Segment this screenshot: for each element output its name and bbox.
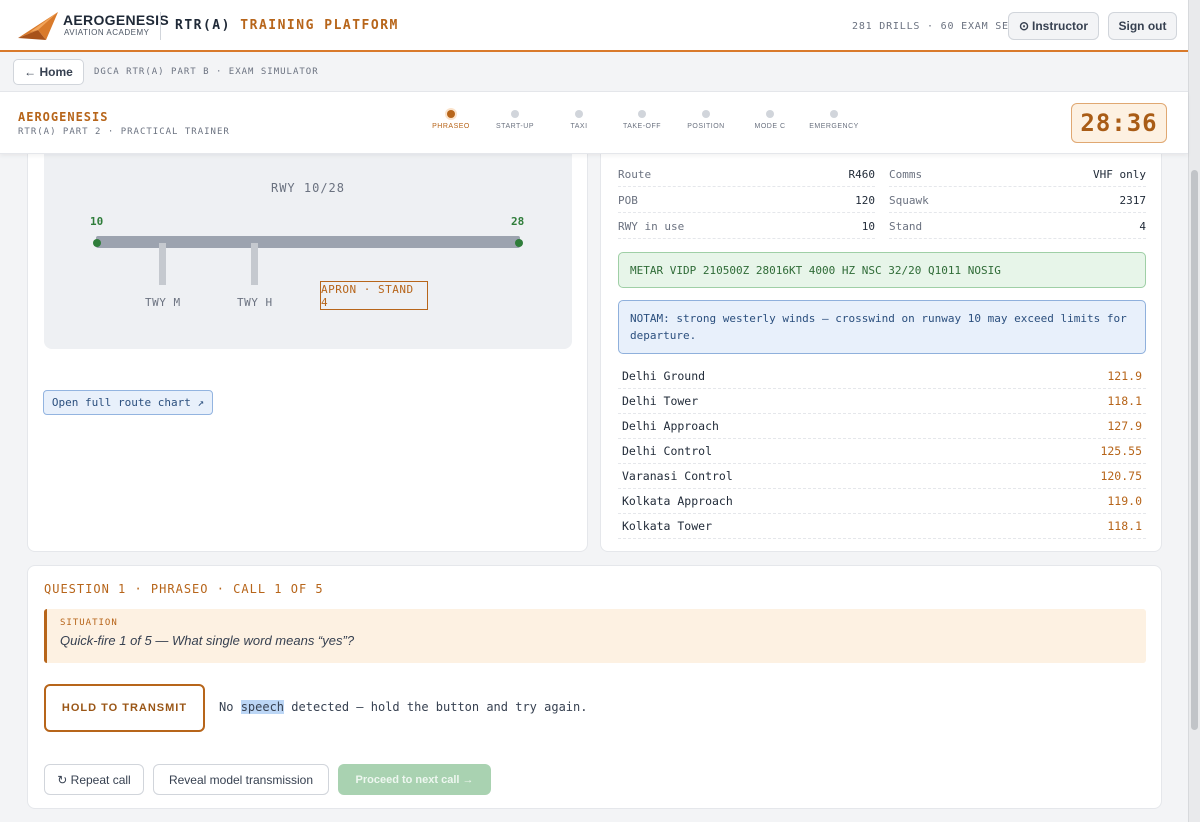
hold-to-transmit-button[interactable]: HOLD TO TRANSMIT xyxy=(44,684,205,732)
trainer-title: AEROGENESIS xyxy=(18,110,109,124)
frequency-station: Delhi Approach xyxy=(622,419,719,433)
scrollbar-thumb[interactable] xyxy=(1191,170,1198,730)
step-dot xyxy=(447,110,455,118)
situation-label: SITUATION xyxy=(60,618,118,628)
notam-banner: NOTAM: strong westerly winds — crosswind… xyxy=(618,300,1146,354)
page-scrollbar[interactable] xyxy=(1188,0,1200,822)
step-dot xyxy=(638,110,646,118)
frequency-station: Delhi Control xyxy=(622,444,713,458)
airport-diagram: RWY 10/28 10 28 TWY M TWY H APRON · STAN… xyxy=(44,139,572,349)
instructor-button[interactable]: ⊙ Instructor xyxy=(1008,12,1099,40)
trainer-subtitle: RTR(A) PART 2 · PRACTICAL TRAINER xyxy=(18,127,230,137)
taxiway-m xyxy=(159,243,166,285)
step-dot xyxy=(830,110,838,118)
step-emergency[interactable]: EMERGENCY xyxy=(794,110,874,130)
situation-box: SITUATION Quick-fire 1 of 5 — What singl… xyxy=(44,609,1146,663)
question-card: QUESTION 1 · PHRASEO · CALL 1 OF 5 SITUA… xyxy=(27,565,1162,809)
runway-end-10-label: 10 xyxy=(90,215,104,228)
info-key: Squawk xyxy=(889,193,929,207)
info-value: 10 xyxy=(861,219,875,233)
runway-threshold-28 xyxy=(515,239,523,247)
instructor-label: Instructor xyxy=(1032,19,1089,33)
app-title-suffix: TRAINING PLATFORM xyxy=(240,18,399,33)
info-squawk: Squawk 2317 xyxy=(889,188,1146,213)
info-pob: POB 120 xyxy=(618,188,875,213)
exam-timer: 28:36 xyxy=(1071,103,1167,143)
speech-msg-highlight: speech xyxy=(240,700,285,714)
trainer-header: AEROGENESIS RTR(A) PART 2 · PRACTICAL TR… xyxy=(0,92,1188,154)
sub-navigation: ← Home DGCA RTR(A) PART B · EXAM SIMULAT… xyxy=(0,54,1188,92)
apron-stand-marker: APRON · STAND 4 xyxy=(320,281,428,310)
frequency-value: 118.1 xyxy=(1107,519,1142,533)
info-value: 4 xyxy=(1139,219,1146,233)
brand-subtitle: AVIATION ACADEMY xyxy=(64,28,150,37)
drill-stats: 281 DRILLS · 60 EXAM SETS xyxy=(852,21,1023,32)
aerogenesis-logo-icon xyxy=(18,12,58,40)
header-divider xyxy=(160,12,161,40)
frequency-station: Delhi Tower xyxy=(622,394,699,408)
info-value: R460 xyxy=(848,167,876,181)
info-value: VHF only xyxy=(1093,167,1146,181)
flight-info-card: Route R460 Comms VHF only POB 120 Squawk 231… xyxy=(600,138,1162,552)
info-key: Stand xyxy=(889,219,923,233)
runway-label: RWY 10/28 xyxy=(270,181,346,195)
step-dot xyxy=(575,110,583,118)
info-stand: Stand 4 xyxy=(889,214,1146,239)
taxiway-m-label: TWY M xyxy=(145,296,181,309)
step-dot xyxy=(766,110,774,118)
info-key: Route xyxy=(618,167,652,181)
situation-text: Quick-fire 1 of 5 — What single word mea… xyxy=(60,633,355,648)
info-route: Route R460 xyxy=(618,162,875,187)
sign-out-button[interactable]: Sign out xyxy=(1108,12,1177,40)
frequency-row: Delhi Tower 118.1 xyxy=(618,389,1146,414)
repeat-call-button[interactable]: ↻ Repeat call xyxy=(44,764,144,795)
frequency-row: Kolkata Approach 119.0 xyxy=(618,489,1146,514)
question-heading: QUESTION 1 · PHRASEO · CALL 1 OF 5 xyxy=(44,582,324,596)
top-header: AEROGENESIS AVIATION ACADEMY RTR(A) TRAI… xyxy=(0,0,1188,52)
taxiway-h xyxy=(251,243,258,285)
info-comms: Comms VHF only xyxy=(889,162,1146,187)
frequency-station: Kolkata Tower xyxy=(622,519,713,533)
speech-msg-pre: No xyxy=(219,700,241,714)
frequency-value: 119.0 xyxy=(1107,494,1142,508)
frequency-station: Kolkata Approach xyxy=(622,494,733,508)
step-label: EMERGENCY xyxy=(809,123,859,130)
runway-threshold-10 xyxy=(93,239,101,247)
frequency-row: Varanasi Control 120.75 xyxy=(618,464,1146,489)
info-key: POB xyxy=(618,193,638,207)
frequency-row: Kolkata Tower 118.1 xyxy=(618,514,1146,539)
taxiway-h-label: TWY H xyxy=(237,296,273,309)
home-button[interactable]: ← Home xyxy=(13,59,84,85)
app-title: RTR(A) TRAINING PLATFORM xyxy=(175,18,399,33)
breadcrumb: DGCA RTR(A) PART B · EXAM SIMULATOR xyxy=(94,67,319,77)
frequency-value: 125.55 xyxy=(1100,444,1142,458)
frequency-row: Delhi Approach 127.9 xyxy=(618,414,1146,439)
info-value: 2317 xyxy=(1119,193,1147,207)
info-runway-in-use: RWY in use 10 xyxy=(618,214,875,239)
metar-banner: METAR VIDP 210500Z 28016KT 4000 HZ NSC 3… xyxy=(618,252,1146,288)
proceed-next-call-button[interactable]: Proceed to next call → xyxy=(338,764,491,795)
instructor-icon: ⊙ xyxy=(1018,19,1030,33)
frequency-value: 121.9 xyxy=(1107,369,1142,383)
info-key: Comms xyxy=(889,167,923,181)
frequency-row: Delhi Ground 121.9 xyxy=(618,364,1146,389)
step-dot xyxy=(511,110,519,118)
speech-status-message: No speech detected — hold the button and… xyxy=(219,700,587,714)
speech-msg-post: detected — hold the button and try again… xyxy=(284,700,588,714)
frequency-row: Delhi Control 125.55 xyxy=(618,439,1146,464)
info-value: 120 xyxy=(855,193,875,207)
reveal-model-transmission-button[interactable]: Reveal model transmission xyxy=(153,764,329,795)
frequency-value: 120.75 xyxy=(1100,469,1142,483)
frequency-station: Varanasi Control xyxy=(622,469,733,483)
step-dot xyxy=(702,110,710,118)
frequency-value: 118.1 xyxy=(1107,394,1142,408)
open-route-chart-button[interactable]: Open full route chart ↗ xyxy=(43,390,213,415)
app-title-prefix: RTR(A) xyxy=(175,18,241,33)
airport-map-card: RWY 10/28 10 28 TWY M TWY H APRON · STAN… xyxy=(27,138,588,552)
brand-name: AEROGENESIS xyxy=(63,12,169,28)
frequency-station: Delhi Ground xyxy=(622,369,706,383)
frequency-value: 127.9 xyxy=(1107,419,1142,433)
info-key: RWY in use xyxy=(618,219,685,233)
runway-end-28-label: 28 xyxy=(511,215,525,228)
